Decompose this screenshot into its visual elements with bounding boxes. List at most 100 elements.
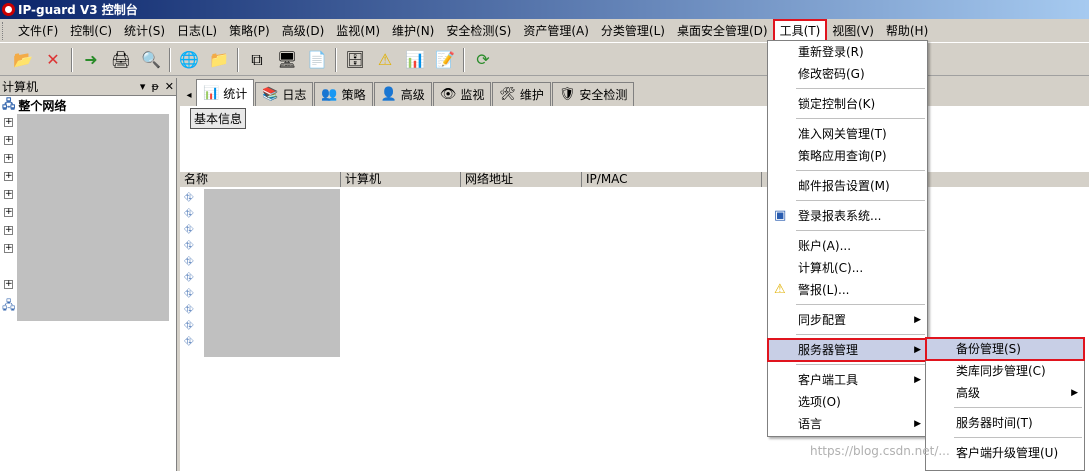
redacted-rows — [204, 189, 340, 357]
menu-grip[interactable] — [2, 21, 10, 40]
menu-item[interactable]: 重新登录(R) — [768, 41, 927, 63]
chart-icon[interactable]: 📊 — [402, 47, 428, 73]
menu-item-10[interactable]: 分类管理(L) — [595, 20, 671, 41]
delete-icon[interactable]: ✕ — [40, 47, 66, 73]
expand-icon[interactable]: + — [4, 280, 13, 289]
tree-root[interactable]: 🖧 整个网络 — [0, 96, 176, 114]
menu-separator — [926, 404, 1084, 412]
network-icon: ⛗ — [184, 302, 194, 316]
tab-label: 高级 — [400, 88, 425, 102]
menu-item-6[interactable]: 监视(M) — [330, 20, 386, 41]
tab-label: 策略 — [341, 88, 366, 102]
menu-item[interactable]: 选项(O) — [768, 391, 927, 413]
column-header-ip-mac[interactable]: IP/MAC — [582, 172, 762, 187]
menu-item-12[interactable]: 工具(T) — [772, 19, 828, 42]
menu-item[interactable]: 备份管理(S) — [925, 337, 1085, 361]
screen-icon[interactable]: 🖥 — [274, 47, 300, 73]
column-header-name[interactable]: 名称 — [180, 172, 341, 187]
menu-item-9[interactable]: 资产管理(A) — [517, 20, 595, 41]
expand-icon[interactable]: + — [4, 172, 13, 181]
log-icon: 📚 — [262, 87, 279, 102]
tree-rows: + + + + + + + + + 🖧 — [0, 114, 176, 324]
submenu-arrow-icon: ▶ — [914, 345, 921, 355]
expand-icon[interactable]: + — [4, 118, 13, 127]
menu-item-5[interactable]: 高级(D) — [276, 20, 331, 41]
document-icon[interactable]: 📄 — [304, 47, 330, 73]
menu-item-label: 选项(O) — [798, 395, 841, 409]
import-icon[interactable]: ➜ — [78, 47, 104, 73]
menu-item-label: 锁定控制台(K) — [798, 97, 876, 111]
maintain-icon: 🛠 — [499, 87, 516, 102]
menu-item[interactable]: 邮件报告设置(M) — [768, 175, 927, 197]
expand-icon[interactable]: + — [4, 244, 13, 253]
tab-3[interactable]: 👤 高级 — [373, 82, 432, 106]
menu-item[interactable]: 客户端工具 ▶ — [768, 369, 927, 391]
copy-icon[interactable]: ⧉ — [244, 47, 270, 73]
pane-title: 计算机 — [2, 80, 39, 94]
alert-icon[interactable]: ⚠ — [372, 47, 398, 73]
tab-label: 日志 — [282, 88, 307, 102]
expand-icon[interactable]: + — [4, 208, 13, 217]
menu-item-11[interactable]: 桌面安全管理(D) — [671, 20, 774, 41]
new-icon[interactable]: 📂 — [10, 47, 36, 73]
menu-item-8[interactable]: 安全检测(S) — [440, 20, 517, 41]
window-title: IP-guard V3 控制台 — [18, 3, 138, 17]
menu-item[interactable]: 语言 ▶ — [768, 413, 927, 435]
basic-info-button[interactable]: 基本信息 — [190, 108, 247, 129]
menu-item[interactable]: 同步配置 ▶ — [768, 309, 927, 331]
tab-4[interactable]: 👁 监视 — [432, 82, 492, 106]
menu-item-label: 高级 — [956, 386, 981, 400]
menu-item-13[interactable]: 视图(V) — [826, 20, 880, 41]
expand-icon[interactable]: + — [4, 136, 13, 145]
menu-item[interactable]: 准入网关管理(T) — [768, 123, 927, 145]
redacted-computer-list — [17, 114, 169, 321]
tab-0[interactable]: 📊 统计 — [196, 79, 255, 106]
pane-header: 计算机 ▾ ᵽ ✕ — [0, 78, 176, 96]
pane-close-icon[interactable]: ✕ — [165, 80, 174, 93]
expand-icon[interactable]: + — [4, 154, 13, 163]
tab-5[interactable]: 🛠 维护 — [492, 82, 551, 106]
expand-icon[interactable]: + — [4, 226, 13, 235]
menu-item[interactable]: 策略应用查询(P) — [768, 145, 927, 167]
pane-dropdown-icon[interactable]: ▾ — [140, 80, 146, 93]
menu-item[interactable]: 锁定控制台(K) — [768, 93, 927, 115]
tab-6[interactable]: 🛡 安全检测 — [551, 82, 635, 106]
menu-item[interactable]: 服务器时间(T) — [926, 412, 1084, 434]
menu-item[interactable]: 账户(A)... — [768, 235, 927, 257]
menu-item[interactable]: ▣ 登录报表系统... — [768, 205, 927, 227]
menu-item-14[interactable]: 帮助(H) — [880, 20, 934, 41]
menu-item-4[interactable]: 策略(P) — [223, 20, 276, 41]
table-header: 名称 计算机 网络地址 IP/MAC — [180, 172, 1089, 187]
menu-item-label: 服务器管理 — [798, 343, 859, 357]
menu-item-3[interactable]: 日志(L) — [171, 20, 223, 41]
menu-item-label: 客户端升级管理(U) — [956, 446, 1059, 460]
column-header-computer[interactable]: 计算机 — [341, 172, 461, 187]
network-icon: ⛗ — [184, 206, 194, 220]
menu-item-1[interactable]: 控制(C) — [64, 20, 118, 41]
menu-item[interactable]: 计算机(C)... — [768, 257, 927, 279]
edit-icon[interactable]: 📝 — [432, 47, 458, 73]
refresh-icon[interactable]: ⟳ — [470, 47, 496, 73]
advanced-icon: 👤 — [380, 87, 397, 102]
tab-scroll-left-icon[interactable]: ◂ — [182, 84, 196, 106]
menu-item-2[interactable]: 统计(S) — [118, 20, 171, 41]
pane-pin-icon[interactable]: ᵽ — [151, 80, 158, 93]
network-icon: ⛗ — [184, 254, 194, 268]
menu-item[interactable]: 修改密码(G) — [768, 63, 927, 85]
tab-1[interactable]: 📚 日志 — [255, 82, 314, 106]
folder-icon[interactable]: 📁 — [206, 47, 232, 73]
menu-item[interactable]: 类库同步管理(C) — [926, 360, 1084, 382]
print-icon[interactable]: 🖨 — [108, 47, 134, 73]
expand-icon[interactable]: + — [4, 190, 13, 199]
column-header-network-address[interactable]: 网络地址 — [461, 172, 582, 187]
menu-item-7[interactable]: 维护(N) — [386, 20, 440, 41]
menu-item[interactable]: 服务器管理 ▶ — [767, 338, 928, 362]
tab-2[interactable]: 👥 策略 — [314, 82, 373, 106]
preview-icon[interactable]: 🔍 — [138, 47, 164, 73]
menu-item-0[interactable]: 文件(F) — [12, 20, 64, 41]
menu-item[interactable]: 高级 ▶ — [926, 382, 1084, 404]
server-icon[interactable]: 🗄 — [342, 47, 368, 73]
menu-item[interactable]: ⚠ 警报(L)... — [768, 279, 927, 301]
menu-item-label: 警报(L)... — [798, 283, 850, 297]
globe-icon[interactable]: 🌐 — [176, 47, 202, 73]
